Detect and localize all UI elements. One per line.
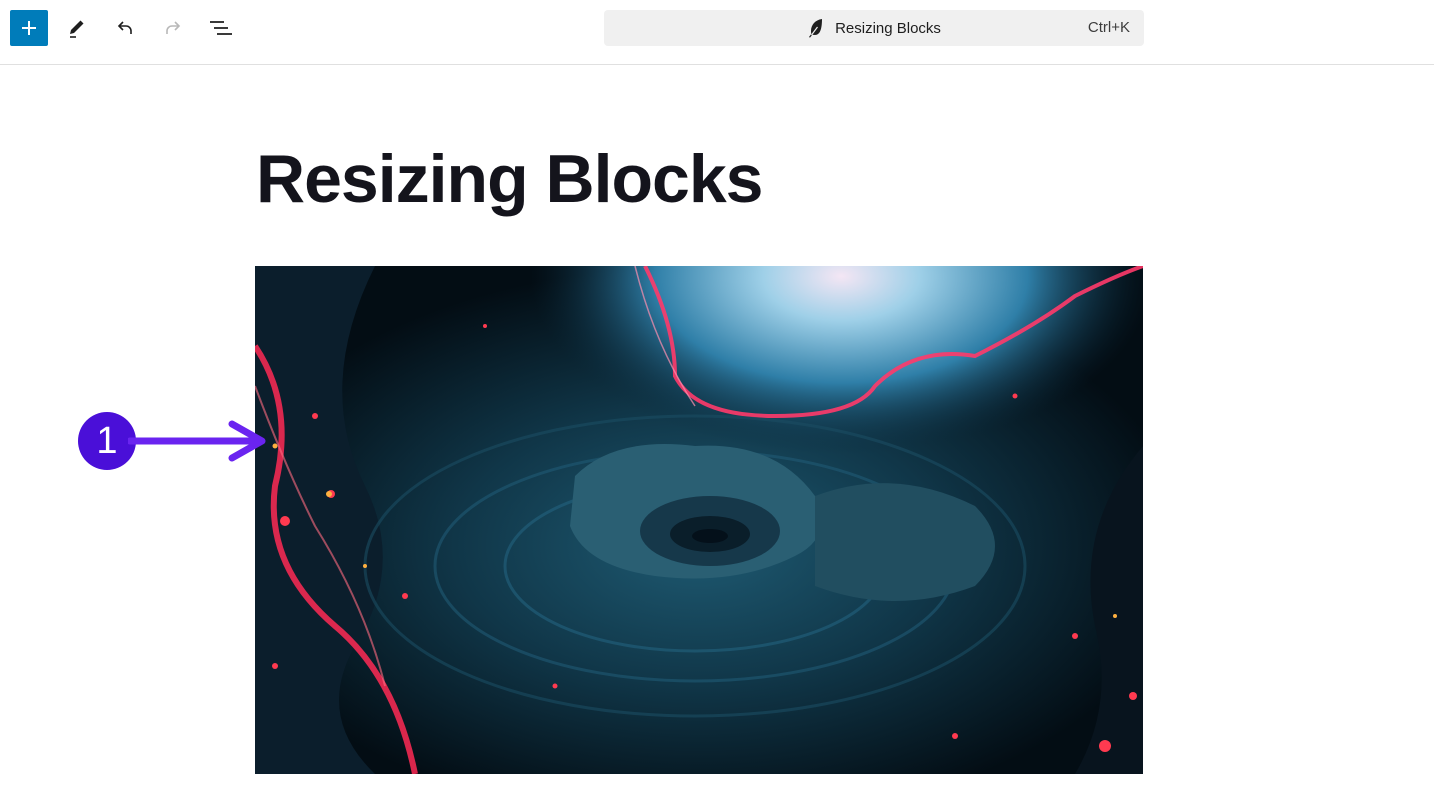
add-block-button[interactable] — [10, 10, 48, 46]
tools-button[interactable] — [58, 10, 96, 46]
feather-icon — [809, 19, 823, 38]
command-bar-title: Resizing Blocks — [835, 19, 941, 37]
pencil-icon — [70, 20, 84, 38]
list-view-button[interactable] — [202, 10, 240, 46]
post-title[interactable]: Resizing Blocks — [256, 140, 763, 218]
command-bar-center: Resizing Blocks — [604, 10, 1144, 46]
image-block[interactable] — [255, 266, 1143, 774]
redo-icon — [166, 21, 181, 34]
plus-icon — [22, 21, 36, 35]
undo-button[interactable] — [106, 10, 144, 46]
arrow-icon — [128, 420, 266, 462]
block-handle-fragment — [864, 803, 878, 808]
keyboard-shortcut-hint: Ctrl+K — [1087, 19, 1130, 36]
list-view-icon — [210, 21, 232, 35]
redo-button[interactable] — [154, 10, 192, 46]
editor-toolbar: Resizing Blocks Ctrl+K — [0, 0, 1434, 65]
undo-icon — [117, 21, 132, 34]
command-palette-bar[interactable]: Resizing Blocks Ctrl+K — [604, 10, 1144, 46]
abstract-cave-image — [255, 266, 1143, 774]
